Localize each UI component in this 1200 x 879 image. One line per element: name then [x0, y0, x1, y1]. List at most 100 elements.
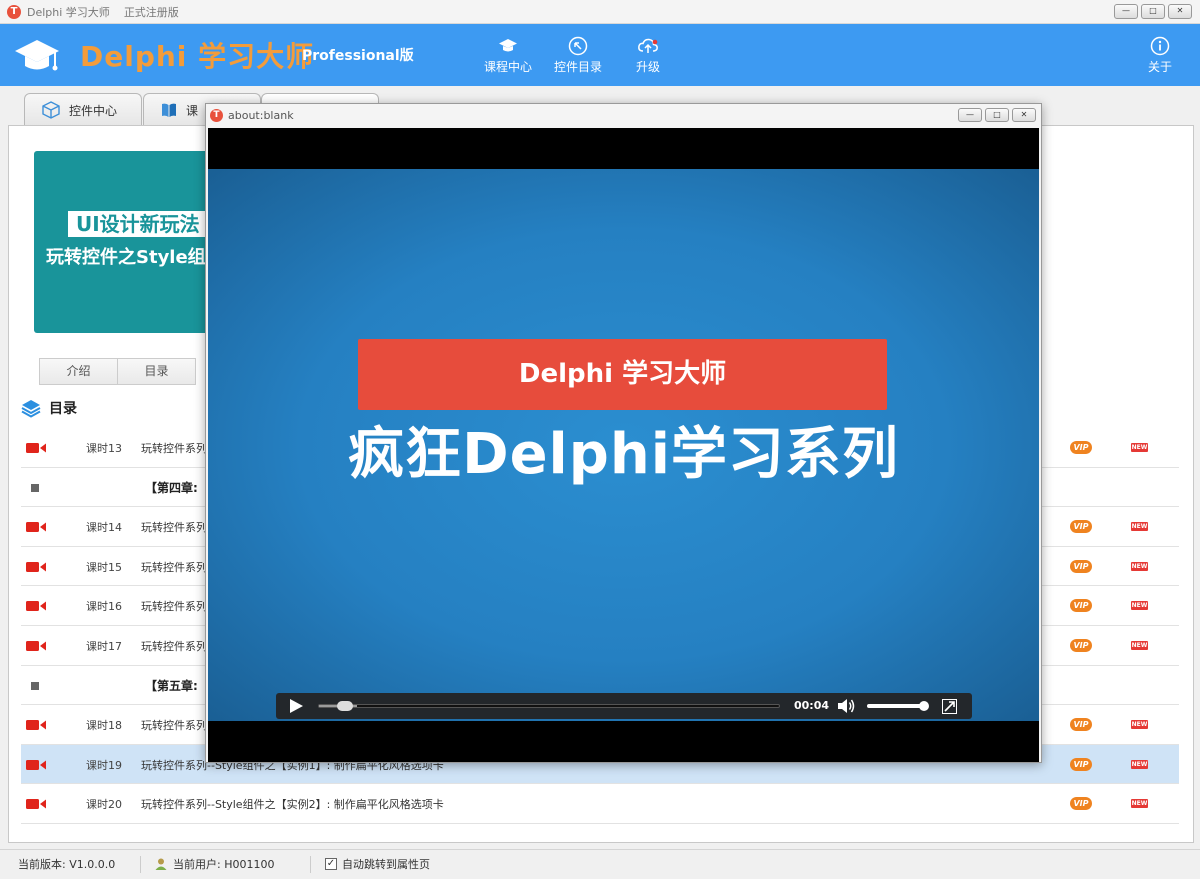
- new-badge: NEW: [1131, 561, 1148, 571]
- vip-badge: VIP: [1070, 718, 1092, 732]
- edition-label: Professional版: [302, 48, 414, 64]
- graduation-cap-icon: [499, 39, 517, 52]
- maximize-button[interactable]: □: [1141, 4, 1165, 19]
- new-badge: NEW: [1131, 640, 1148, 650]
- auto-jump-checkbox[interactable]: ✓: [325, 858, 337, 870]
- video-camera-icon: [26, 640, 46, 651]
- video-title-text: 疯狂Delphi学习系列: [348, 422, 899, 487]
- user-info: 当前用户: H001100: [154, 856, 274, 872]
- vip-badge: VIP: [1070, 559, 1092, 573]
- lesson-title: 玩转控件系列: [141, 600, 207, 614]
- tab-control-center-label: 控件中心: [69, 103, 118, 118]
- lesson-number: 课时19: [86, 758, 122, 772]
- video-camera-icon: [26, 720, 46, 731]
- nav-course-center[interactable]: 课程中心: [478, 36, 538, 76]
- volume-icon[interactable]: [836, 697, 856, 715]
- vip-badge: VIP: [1070, 757, 1092, 771]
- nav-about[interactable]: 关于: [1130, 36, 1190, 76]
- status-divider: [310, 856, 311, 873]
- banner-line2: 玩转控件之Style组件: [46, 247, 224, 268]
- popup-maximize-button[interactable]: □: [985, 108, 1009, 122]
- lesson-number: 课时20: [86, 798, 122, 812]
- nav-course-center-label: 课程中心: [483, 60, 532, 74]
- edition-note: 正式注册版: [123, 5, 179, 19]
- subtab-catalog[interactable]: 目录: [117, 358, 196, 385]
- lesson-number: 课时13: [86, 442, 122, 455]
- video-banner-text: Delphi 学习大师: [358, 339, 887, 410]
- lesson-number: 课时15: [86, 560, 122, 574]
- toc-title: 目录: [49, 401, 77, 417]
- nav-control-catalog[interactable]: 控件目录: [548, 36, 608, 76]
- vip-badge: VIP: [1070, 441, 1092, 454]
- cloud-upload-icon: [638, 38, 658, 53]
- chapter-title: 【第五章:: [145, 678, 198, 693]
- lesson-title: 玩转控件系列: [141, 639, 207, 653]
- arrow-upleft-circle-icon: [568, 36, 588, 56]
- volume-handle[interactable]: [919, 701, 929, 711]
- seek-bar[interactable]: [318, 701, 780, 711]
- lesson-number: 课时18: [86, 719, 122, 733]
- chapter-title: 【第四章:: [145, 480, 198, 495]
- new-badge: NEW: [1131, 443, 1148, 452]
- lesson-title: 玩转控件系列: [141, 442, 207, 455]
- brand-title: Delphi 学习大师: [80, 40, 315, 73]
- lesson-number: 课时17: [86, 639, 122, 653]
- app-header: Delphi 学习大师 Professional版 课程中心 控件目录 升级 关…: [0, 24, 1200, 86]
- new-badge: NEW: [1131, 799, 1148, 809]
- version-info: 当前版本: V1.0.0.0: [18, 856, 115, 872]
- video-frame[interactable]: Delphi 学习大师 疯狂Delphi学习系列: [208, 169, 1039, 721]
- lesson-title: 玩转控件系列: [141, 521, 207, 535]
- seek-handle[interactable]: [337, 701, 354, 711]
- auto-jump-toggle[interactable]: ✓ 自动跳转到属性页: [325, 856, 430, 872]
- video-camera-icon: [26, 443, 46, 453]
- new-badge: NEW: [1131, 601, 1148, 611]
- lesson-number: 课时14: [86, 521, 122, 535]
- fullscreen-icon[interactable]: [942, 699, 957, 714]
- cube-icon: [42, 101, 60, 119]
- auto-jump-label: 自动跳转到属性页: [342, 858, 430, 871]
- video-camera-icon: [26, 759, 46, 770]
- lesson-title: 玩转控件系列: [141, 719, 207, 733]
- video-popup-window: T about:blank — □ ✕ Delphi 学习大师 疯狂Delphi…: [205, 103, 1042, 763]
- tab-courses-label: 课: [186, 103, 199, 118]
- popup-title: about:blank: [228, 108, 294, 122]
- new-badge: NEW: [1131, 759, 1148, 769]
- graduation-cap-logo-icon: [15, 40, 59, 71]
- close-button[interactable]: ✕: [1168, 4, 1192, 19]
- popup-logo-icon: T: [210, 108, 223, 122]
- player-controls: 00:04: [276, 693, 972, 719]
- new-badge: NEW: [1131, 720, 1148, 730]
- volume-slider[interactable]: [867, 701, 929, 711]
- popup-minimize-button[interactable]: —: [958, 108, 982, 122]
- minimize-button[interactable]: —: [1114, 4, 1138, 19]
- nav-about-label: 关于: [1147, 60, 1172, 74]
- video-player[interactable]: Delphi 学习大师 疯狂Delphi学习系列 00:04: [208, 128, 1039, 762]
- status-divider: [140, 856, 141, 873]
- banner-line1: UI设计新玩法: [68, 211, 208, 237]
- popup-titlebar: T about:blank — □ ✕: [206, 104, 1041, 126]
- popup-close-button[interactable]: ✕: [1012, 108, 1036, 122]
- detail-subtabs: 介绍 目录: [39, 358, 196, 385]
- book-icon: [162, 103, 176, 117]
- lesson-row[interactable]: 课时20 玩转控件系列--Style组件之【实例2】: 制作扁平化风格选项卡 V…: [21, 784, 1179, 824]
- vip-badge: VIP: [1070, 599, 1092, 613]
- status-bar: 当前版本: V1.0.0.0 当前用户: H001100 ✓ 自动跳转到属性页: [0, 849, 1200, 879]
- vip-badge: VIP: [1070, 638, 1092, 652]
- app-logo-icon: T: [7, 4, 21, 19]
- video-camera-icon: [26, 561, 46, 572]
- video-camera-icon: [26, 522, 46, 533]
- subtab-intro[interactable]: 介绍: [39, 358, 118, 385]
- vip-badge: VIP: [1070, 520, 1092, 534]
- lesson-number: 课时16: [86, 600, 122, 614]
- new-badge: NEW: [1131, 522, 1148, 532]
- layers-icon: [21, 400, 41, 418]
- chapter-marker-icon: [31, 483, 39, 492]
- tab-control-center[interactable]: 控件中心: [24, 93, 142, 126]
- chapter-marker-icon: [31, 681, 39, 690]
- window-titlebar: T Delphi 学习大师 正式注册版 — □ ✕: [0, 0, 1200, 24]
- play-icon[interactable]: [290, 699, 303, 713]
- version-text: 当前版本: V1.0.0.0: [18, 858, 116, 871]
- nav-upgrade[interactable]: 升级: [618, 36, 678, 76]
- info-icon: [1150, 36, 1170, 56]
- video-camera-icon: [26, 601, 46, 612]
